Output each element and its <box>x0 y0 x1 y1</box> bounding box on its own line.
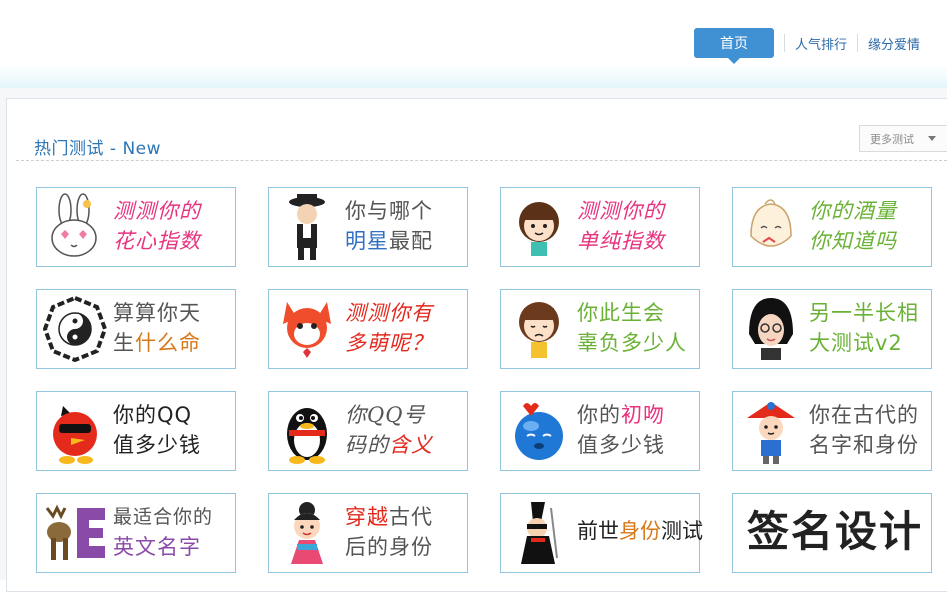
card-highlight: 初吻 <box>621 403 665 427</box>
card-line-1: 你在古代的 <box>809 403 919 427</box>
nav-separator <box>784 34 785 52</box>
more-tests-label: 更多测试 <box>870 132 914 146</box>
test-card-star-match[interactable]: 你与哪个 明星最配 <box>268 187 468 267</box>
section-divider <box>16 160 947 161</box>
nav-ranking-link[interactable]: 人气排行 <box>795 34 847 53</box>
card-line-2: 你知道吗 <box>809 229 897 253</box>
card-text: 你QQ号 码的含义 <box>345 400 467 460</box>
card-text: 你的QQ 值多少钱 <box>113 400 235 460</box>
card-line-1: 你QQ号 <box>345 403 426 427</box>
card-line-1: 你此生会 <box>577 301 665 325</box>
card-line-2: 后的身份 <box>345 535 433 559</box>
card-text: 你此生会 辜负多少人 <box>577 298 699 358</box>
card-line-1: 测测你的 <box>113 199 201 223</box>
card-text: 你与哪个 明星最配 <box>345 196 467 256</box>
card-line-1: 测测你有 <box>345 301 433 325</box>
card-text: 最适合你的 英文名字 <box>113 502 235 562</box>
card-line-2: 值多少钱 <box>577 433 665 457</box>
bun-mascot-icon <box>750 199 792 247</box>
glasses-lady-icon <box>749 298 793 360</box>
ancient-boy-icon <box>747 402 795 464</box>
red-bird-icon <box>53 406 97 464</box>
chevron-down-icon <box>928 136 936 141</box>
test-card-purity-index[interactable]: 测测你的 单纯指数 <box>500 187 700 267</box>
test-card-drinking[interactable]: 你的酒量 你知道吗 <box>732 187 932 267</box>
card-highlight: 含义 <box>389 433 433 457</box>
header: 首页 人气排行 缘分爱情 <box>0 0 947 89</box>
card-line-2: 英文名字 <box>113 535 201 559</box>
card-text: 前世身份测试 <box>577 516 703 546</box>
ninja-icon <box>521 502 558 564</box>
card-highlight: 身份 <box>619 519 661 543</box>
card-text: 测测你的 花心指数 <box>113 196 235 256</box>
test-card-flirt-index[interactable]: 测测你的 花心指数 <box>36 187 236 267</box>
card-line-2: 码的 <box>345 433 389 457</box>
nav-love-link[interactable]: 缘分爱情 <box>868 34 920 53</box>
card-line-2: 多萌呢？ <box>345 331 433 355</box>
card-line-1: 你的QQ <box>113 403 193 427</box>
card-text: 算算你天 生什么命 <box>113 298 235 358</box>
card-line-1-end: 测试 <box>661 519 703 543</box>
test-card-ancient-name[interactable]: 你在古代的 名字和身份 <box>732 391 932 471</box>
card-line-2: 名字和身份 <box>809 433 919 457</box>
girl-icon <box>519 202 559 256</box>
card-line-1: 你的 <box>577 403 621 427</box>
card-highlight: 明星 <box>345 229 389 253</box>
card-line-1: 测测你的 <box>577 199 665 223</box>
blue-ball-icon <box>515 403 563 460</box>
bunny-icon <box>51 193 97 257</box>
crying-girl-icon <box>519 302 559 358</box>
header-band <box>0 64 947 89</box>
card-text: 你的初吻 值多少钱 <box>577 400 699 460</box>
card-text: 穿越古代 后的身份 <box>345 502 467 562</box>
section-title: 热门测试 - New <box>34 139 162 159</box>
card-line-2: 大测试v2 <box>809 331 903 355</box>
card-line-2: 花心指数 <box>113 229 201 253</box>
test-card-first-kiss[interactable]: 你的初吻 值多少钱 <box>500 391 700 471</box>
card-text: 你在古代的 名字和身份 <box>809 400 931 460</box>
test-card-partner-looks[interactable]: 另一半长相 大测试v2 <box>732 289 932 369</box>
test-card-time-travel[interactable]: 穿越古代 后的身份 <box>268 493 468 573</box>
yin-yang-icon <box>43 295 107 363</box>
card-line-1: 你的酒量 <box>809 199 897 223</box>
nav-separator <box>857 34 859 52</box>
top-nav: 首页 人气排行 缘分爱情 <box>694 28 920 64</box>
ancient-girl-icon <box>291 502 323 564</box>
card-line-1: 你与哪个 <box>345 199 433 223</box>
test-card-past-life[interactable]: 前世身份测试 <box>500 493 703 573</box>
test-card-let-down[interactable]: 你此生会 辜负多少人 <box>500 289 700 369</box>
card-line-1: 算算你天 <box>113 301 201 325</box>
card-text: 你的酒量 你知道吗 <box>809 196 931 256</box>
signature-icon: 签名设计 <box>747 507 924 556</box>
test-card-qq-number[interactable]: 你QQ号 码的含义 <box>268 391 468 471</box>
more-tests-dropdown[interactable]: 更多测试 <box>859 125 947 152</box>
test-card-destiny[interactable]: 算算你天 生什么命 <box>36 289 236 369</box>
test-card-qq-value[interactable]: 你的QQ 值多少钱 <box>36 391 236 471</box>
card-line-2: 辜负多少人 <box>577 331 687 355</box>
card-line-2: 最配 <box>389 229 433 253</box>
test-card-cuteness[interactable]: 测测你有 多萌呢？ <box>268 289 468 369</box>
card-line-1: 古代 <box>389 505 433 529</box>
card-line-1: 前世 <box>577 519 619 543</box>
card-highlight: 穿越 <box>345 505 389 529</box>
card-line-2: 单纯指数 <box>577 229 665 253</box>
test-card-signature[interactable]: 签名设计 <box>732 493 932 573</box>
qq-penguin-icon <box>287 408 327 464</box>
card-text: 测测你有 多萌呢？ <box>345 298 467 358</box>
michael-jackson-icon <box>289 194 325 260</box>
card-text: 另一半长相 大测试v2 <box>809 298 931 358</box>
card-text: 测测你的 单纯指数 <box>577 196 699 256</box>
card-line-2: 生 <box>113 331 135 355</box>
card-highlight: 什么命 <box>135 331 201 355</box>
moose-letter-e-icon <box>45 504 105 560</box>
card-line-1: 另一半长相 <box>809 301 919 325</box>
test-card-english-name[interactable]: 最适合你的 英文名字 <box>36 493 236 573</box>
card-line-1: 最适合你的 <box>113 506 214 528</box>
card-line-2: 值多少钱 <box>113 433 201 457</box>
nav-home-tab[interactable]: 首页 <box>694 28 774 64</box>
fox-icon <box>283 302 331 358</box>
